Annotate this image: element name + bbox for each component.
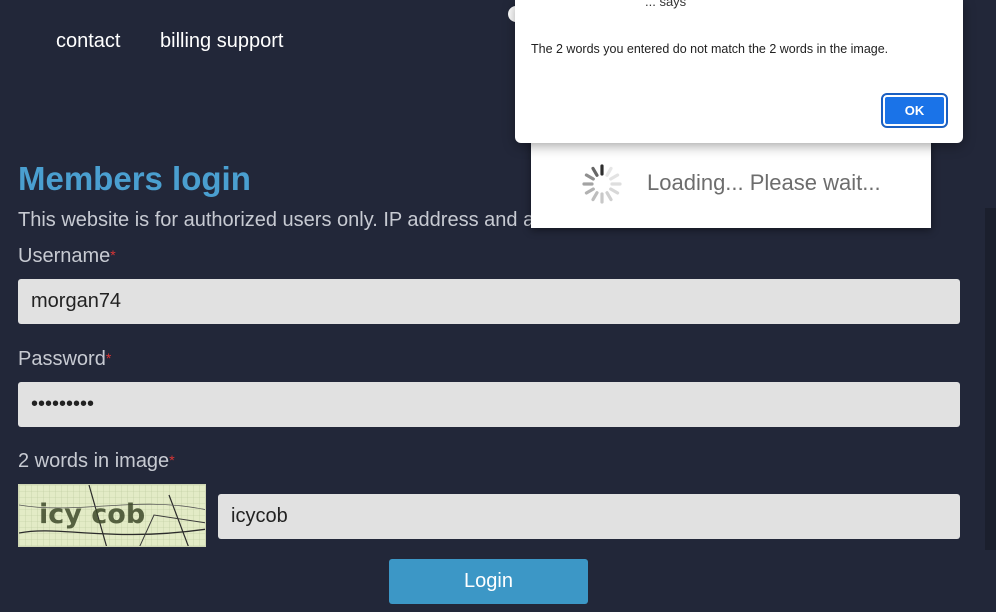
alert-message: The 2 words you entered do not match the… — [531, 42, 889, 56]
password-label: Password* — [18, 348, 111, 371]
username-input[interactable] — [18, 279, 960, 324]
username-label-text: Username — [18, 245, 111, 267]
captcha-label: 2 words in image* — [18, 450, 175, 473]
loading-overlay: Loading... Please wait... — [531, 136, 931, 228]
password-input[interactable] — [18, 382, 960, 427]
username-label: Username* — [18, 245, 116, 268]
loading-text: Loading... Please wait... — [647, 170, 881, 195]
ok-button[interactable]: OK — [881, 93, 948, 128]
captcha-label-text: 2 words in image — [18, 450, 170, 472]
scrollbar-track[interactable] — [985, 208, 996, 550]
captcha-image-text: icy cob — [39, 499, 145, 530]
alert-header-text: ... says — [645, 0, 687, 9]
required-marker: * — [169, 452, 175, 468]
captcha-input[interactable] — [218, 494, 960, 539]
required-marker: * — [110, 247, 116, 263]
nav-link-billing-support[interactable]: billing support — [160, 30, 283, 53]
login-button[interactable]: Login — [389, 559, 588, 604]
nav-link-contact[interactable]: contact — [56, 30, 120, 53]
password-label-text: Password — [18, 348, 106, 370]
captcha-image: icy cob — [18, 484, 206, 547]
required-marker: * — [105, 350, 112, 366]
alert-header: ... says — [645, 0, 686, 24]
loading-spinner-icon — [582, 164, 622, 204]
alert-dialog: ... says The 2 words you entered do not … — [515, 0, 963, 143]
page-title: Members login — [18, 160, 251, 197]
